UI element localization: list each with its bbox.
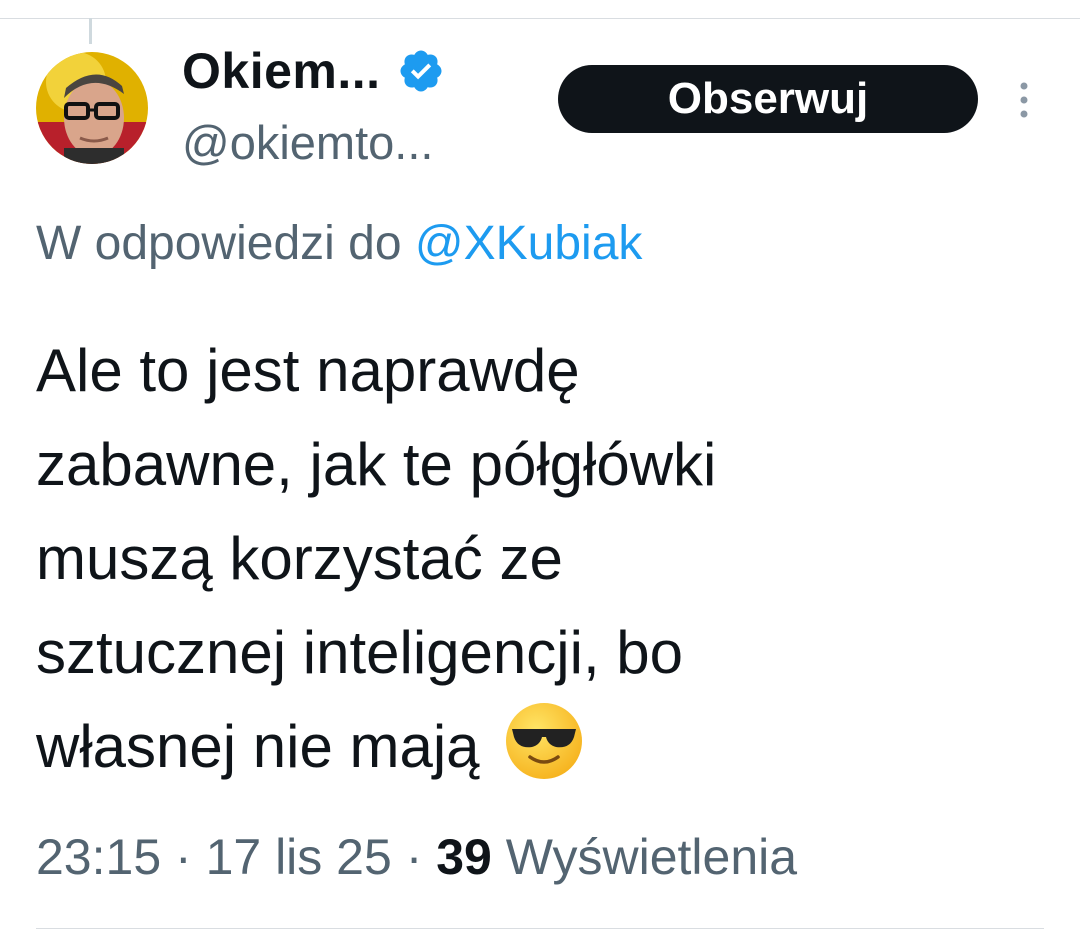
verified-badge-icon (397, 47, 445, 95)
more-vertical-icon[interactable] (1012, 80, 1036, 120)
meta-separator: · (391, 829, 437, 885)
meta-separator: · (161, 829, 206, 885)
author-handle[interactable]: @okiemto... (182, 115, 433, 170)
thread-connector-line (89, 18, 92, 44)
views-count: 39 (436, 829, 492, 885)
tweet-text-line: sztucznej inteligencji, bo (36, 619, 684, 686)
tweet-text-line: zabawne, jak te półgłówki (36, 431, 717, 498)
tweet-time[interactable]: 23:15 (36, 829, 161, 885)
reply-prefix: W odpowiedzi do (36, 217, 415, 270)
tweet-text-line: Ale to jest naprawdę (36, 337, 580, 404)
smiling-face-with-sunglasses-icon (504, 701, 584, 781)
avatar[interactable] (36, 52, 148, 164)
bottom-divider (36, 928, 1044, 929)
tweet-text: Ale to jest naprawdę zabawne, jak te pół… (36, 324, 1046, 794)
top-divider (0, 18, 1080, 19)
tweet-text-line: własnej nie mają (36, 713, 480, 780)
author-name-row: Okiem... (182, 36, 445, 106)
author-display-name[interactable]: Okiem... (182, 42, 381, 100)
tweet-text-line: muszą korzystać ze (36, 525, 563, 592)
reply-context: W odpowiedzi do @XKubiak (36, 216, 642, 271)
tweet-date[interactable]: 17 lis 25 (206, 829, 392, 885)
tweet-text-line-last: własnej nie mają (36, 700, 1046, 794)
tweet-meta: 23:15 · 17 lis 25 · 39 Wyświetlenia (36, 828, 797, 886)
follow-button[interactable]: Obserwuj (558, 65, 978, 133)
views-label: Wyświetlenia (491, 829, 798, 885)
reply-mention-link[interactable]: @XKubiak (415, 217, 643, 270)
